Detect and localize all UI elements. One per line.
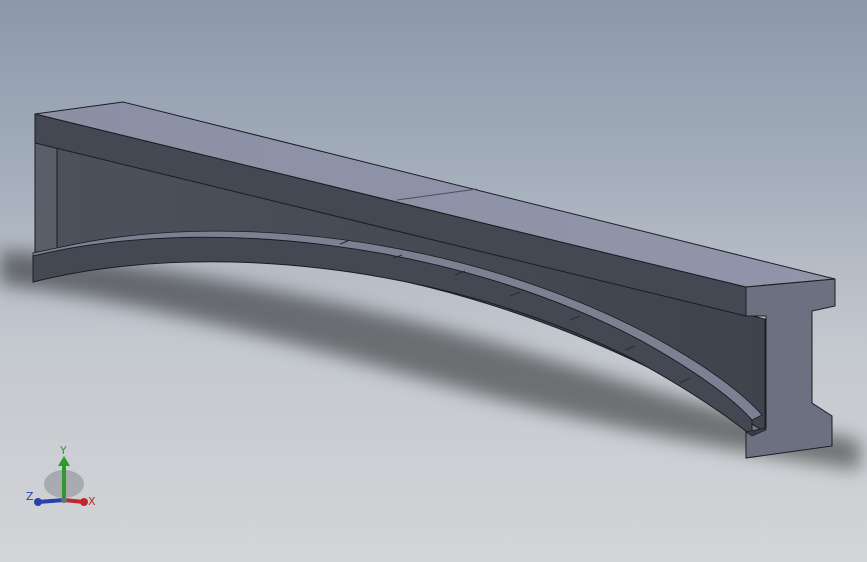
y-axis-label: Y <box>59 444 67 457</box>
z-axis-arrowhead <box>34 498 42 506</box>
x-axis-label: X <box>88 495 96 508</box>
coordinate-triad[interactable]: Y X Z <box>22 440 102 520</box>
model-view[interactable] <box>0 0 867 562</box>
x-axis-arrowhead <box>80 498 88 506</box>
z-axis-label: Z <box>26 490 34 503</box>
graphics-viewport[interactable]: Y X Z <box>0 0 867 562</box>
y-axis-arrowhead <box>58 456 70 466</box>
beam-web-left-end <box>34 142 58 253</box>
triad-origin <box>61 497 67 503</box>
